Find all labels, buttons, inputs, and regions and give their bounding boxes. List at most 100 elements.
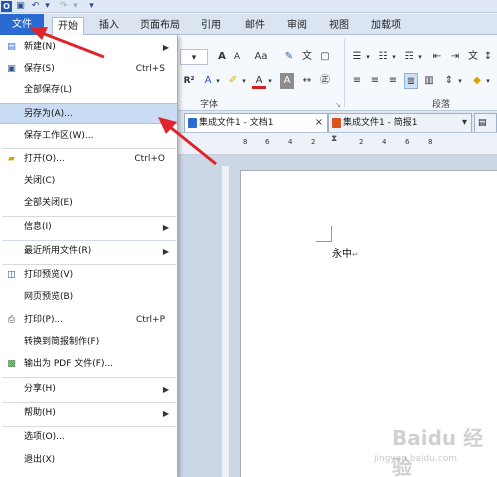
tab-view[interactable]: 视图 xyxy=(322,17,356,34)
app-logo-icon: O xyxy=(1,1,12,12)
numbering-dropdown-icon[interactable]: ▾ xyxy=(390,49,398,65)
superscript-icon[interactable]: R² xyxy=(180,73,198,89)
sort-icon[interactable]: ↕ xyxy=(482,49,494,65)
save-icon: ▣ xyxy=(7,64,16,74)
grow-font-icon[interactable]: A xyxy=(214,49,230,65)
menu-item-save-workspace-label: 保存工作区(W)... xyxy=(24,131,94,141)
numbering-icon[interactable]: ☷ xyxy=(376,49,390,65)
redo-icon[interactable]: ↷ xyxy=(58,1,69,12)
bullets-icon[interactable]: ☰ xyxy=(350,49,364,65)
chinese-layout-icon[interactable]: 文 xyxy=(466,49,480,65)
menu-item-save-as[interactable]: 另存为(A)... xyxy=(0,103,177,124)
justify-icon[interactable]: ≣ xyxy=(404,73,418,89)
shading-dropdown-icon[interactable]: ▾ xyxy=(484,73,492,89)
paragraph-mark-icon: ↵ xyxy=(352,250,359,259)
multilevel-dropdown-icon[interactable]: ▾ xyxy=(416,49,424,65)
undo-icon[interactable]: ↶ xyxy=(30,1,41,12)
shrink-font-icon[interactable]: A xyxy=(232,49,242,65)
new-tab-button[interactable]: ▤ xyxy=(474,113,497,132)
tab-start[interactable]: 开始 xyxy=(52,17,84,36)
menu-item-help[interactable]: 帮助(H) ▶ xyxy=(0,403,177,424)
menu-item-export-pdf[interactable]: ▩ 输出为 PDF 文件(F)... xyxy=(0,354,177,375)
font-group-label: 字体 xyxy=(200,100,219,110)
tab-file[interactable]: 文件 xyxy=(0,14,44,35)
menu-item-share[interactable]: 分享(H) ▶ xyxy=(0,379,177,400)
align-right-icon[interactable]: ≡ xyxy=(386,73,400,89)
shortcut-label: Ctrl+P xyxy=(136,315,165,325)
font-color-dropdown-icon[interactable]: ▾ xyxy=(266,73,274,89)
tab-review[interactable]: 审阅 xyxy=(280,17,314,34)
menu-item-exit-label: 退出(X) xyxy=(24,455,56,465)
menu-item-recent[interactable]: 最近所用文件(R) ▶ xyxy=(0,241,177,262)
tab-layout[interactable]: 页面布局 xyxy=(136,17,184,34)
menu-item-print[interactable]: ⎙ 打印(P)... Ctrl+P xyxy=(0,310,177,331)
align-left-icon[interactable]: ≡ xyxy=(350,73,364,89)
tab-insert[interactable]: 插入 xyxy=(92,17,126,34)
menu-item-options[interactable]: 选项(O)... xyxy=(0,427,177,448)
vertical-ruler[interactable] xyxy=(222,166,230,477)
char-scale-icon[interactable]: ↔ xyxy=(300,73,314,89)
tab-mail[interactable]: 邮件 xyxy=(238,17,272,34)
phonetic-icon[interactable]: 文 xyxy=(300,49,314,65)
menu-item-close-all[interactable]: 全部关闭(E) xyxy=(0,193,177,214)
ruler-number: 4 xyxy=(288,138,293,146)
menu-item-convert[interactable]: 转换到简报制作(F) xyxy=(0,332,177,353)
menu-item-print-label: 打印(P)... xyxy=(24,315,64,325)
clear-format-icon[interactable]: ✎ xyxy=(282,49,296,65)
text-effect-icon[interactable]: A xyxy=(202,73,214,89)
menu-item-save-label: 保存(S) xyxy=(24,64,55,74)
doc-tab-1[interactable]: 集成文件1 - 文档1 × xyxy=(184,113,328,132)
group-divider xyxy=(344,39,345,107)
increase-indent-icon[interactable]: ⇥ xyxy=(448,49,462,65)
menu-item-info[interactable]: 信息(I) ▶ xyxy=(0,217,177,238)
shortcut-label: Ctrl+S xyxy=(135,64,165,74)
file-menu: ▤ 新建(N) ▶ ▣ 保存(S) Ctrl+S 全部保存(L) 另存为(A).… xyxy=(0,35,178,477)
doc-tab-2[interactable]: 集成文件1 - 简报1 ▾ xyxy=(328,113,472,132)
enclose-char-icon[interactable]: ㊣ xyxy=(318,73,332,89)
text-effect-dropdown-icon[interactable]: ▾ xyxy=(214,73,222,89)
menu-item-save[interactable]: ▣ 保存(S) Ctrl+S xyxy=(0,59,177,80)
line-spacing-icon[interactable]: ⇕ xyxy=(442,73,456,89)
menu-item-save-all[interactable]: 全部保存(L) xyxy=(0,80,177,101)
font-size-dropdown-icon[interactable]: ▾ xyxy=(180,49,208,65)
save-icon[interactable]: ▣ xyxy=(15,1,26,12)
document-icon xyxy=(188,118,197,128)
bullets-dropdown-icon[interactable]: ▾ xyxy=(364,49,372,65)
menu-item-open[interactable]: ▰ 打开(O)... Ctrl+O xyxy=(0,149,177,170)
menu-item-save-workspace[interactable]: 保存工作区(W)... xyxy=(0,126,177,147)
menu-item-web-preview[interactable]: 网页预览(B) xyxy=(0,287,177,308)
font-color-icon[interactable]: A xyxy=(252,73,266,89)
change-case-icon[interactable]: Aa xyxy=(250,49,272,65)
watermark-logo: Baidu 经验 xyxy=(392,426,484,477)
char-border-icon[interactable]: ▢ xyxy=(318,49,332,65)
document-text[interactable]: 永中↵ xyxy=(332,245,359,260)
align-center-icon[interactable]: ≡ xyxy=(368,73,382,89)
chevron-down-icon[interactable]: ▾ xyxy=(462,114,467,132)
tab-references[interactable]: 引用 xyxy=(194,17,228,34)
multilevel-list-icon[interactable]: ☶ xyxy=(402,49,416,65)
redo-dropdown-icon[interactable]: ▾ xyxy=(70,1,81,12)
menu-item-close-all-label: 全部关闭(E) xyxy=(24,198,73,208)
close-icon[interactable]: × xyxy=(315,114,323,132)
menu-item-close[interactable]: 关闭(C) xyxy=(0,171,177,192)
char-shading-icon[interactable]: A xyxy=(280,73,294,89)
line-spacing-dropdown-icon[interactable]: ▾ xyxy=(456,73,464,89)
distributed-icon[interactable]: ▥ xyxy=(422,73,436,89)
indent-marker-icon[interactable]: ⧗ xyxy=(331,134,337,144)
new-document-icon: ▤ xyxy=(7,42,16,52)
undo-dropdown-icon[interactable]: ▾ xyxy=(42,1,53,12)
ruler-number: 6 xyxy=(405,138,410,146)
chevron-right-icon: ▶ xyxy=(162,247,169,256)
menu-item-print-preview[interactable]: ◫ 打印预览(V) xyxy=(0,265,177,286)
customize-toolbar-icon[interactable]: ▾ xyxy=(86,1,97,12)
menu-item-new[interactable]: ▤ 新建(N) ▶ xyxy=(0,37,177,58)
menu-item-options-label: 选项(O)... xyxy=(24,432,65,442)
tab-addins[interactable]: 加载项 xyxy=(366,17,406,34)
decrease-indent-icon[interactable]: ⇤ xyxy=(430,49,444,65)
shading-icon[interactable]: ◆ xyxy=(470,73,484,89)
horizontal-ruler[interactable]: 8 6 4 2 ⧗ 2 4 6 8 xyxy=(178,133,497,155)
menu-item-recent-label: 最近所用文件(R) xyxy=(24,246,92,256)
highlight-dropdown-icon[interactable]: ▾ xyxy=(240,73,248,89)
menu-item-exit[interactable]: 退出(X) xyxy=(0,450,177,471)
highlight-icon[interactable]: ✐ xyxy=(226,73,240,89)
